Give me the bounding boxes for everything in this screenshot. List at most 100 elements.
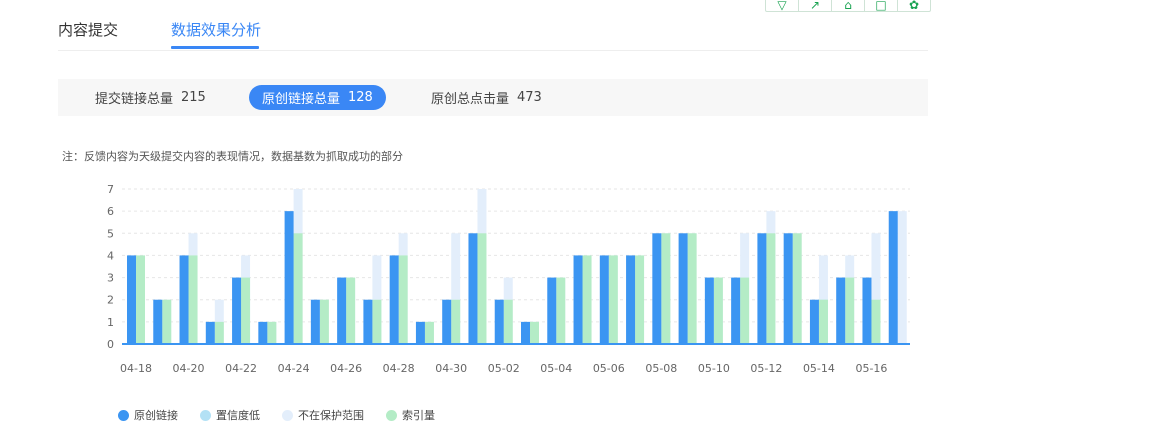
bar-original-links bbox=[442, 299, 452, 344]
bar-original-links bbox=[232, 277, 242, 344]
stat-original-clicks[interactable]: 原创总点击量 473 bbox=[431, 79, 542, 116]
bar-index-count bbox=[424, 321, 434, 344]
x-tick-label: 05-06 bbox=[593, 362, 625, 375]
legend-item-index-count[interactable]: 索引量 bbox=[386, 407, 435, 423]
bar-original-links bbox=[521, 321, 530, 344]
stat-submitted-links[interactable]: 提交链接总量 215 bbox=[95, 79, 206, 116]
x-tick-label: 05-16 bbox=[855, 362, 887, 375]
stat-value: 128 bbox=[348, 90, 373, 105]
bar-original-links bbox=[284, 211, 294, 344]
legend-swatch bbox=[282, 409, 293, 421]
bar-index-count bbox=[477, 233, 487, 344]
bar-index-count bbox=[267, 321, 277, 344]
stat-original-links[interactable]: 原创链接总量 128 bbox=[249, 85, 386, 110]
bar-original-links bbox=[205, 321, 215, 344]
x-tick-label: 05-12 bbox=[750, 362, 782, 375]
bar-index-count bbox=[556, 277, 566, 344]
bar-index-count bbox=[845, 277, 855, 344]
legend-item-out-of-scope[interactable]: 不在保护范围 bbox=[282, 407, 364, 423]
bar-index-count bbox=[871, 299, 881, 344]
stat-label: 原创链接总量 bbox=[262, 92, 341, 107]
bar-index-count bbox=[293, 233, 303, 344]
x-tick-label: 05-10 bbox=[698, 362, 730, 375]
legend-swatch bbox=[386, 409, 397, 421]
legend-item-original-links[interactable]: 原创链接 bbox=[118, 407, 178, 423]
tab-bar: 内容提交 数据效果分析 bbox=[58, 0, 928, 51]
y-tick-label: 7 bbox=[107, 183, 114, 196]
bar-original-links bbox=[310, 299, 320, 344]
stat-label: 提交链接总量 bbox=[95, 92, 174, 107]
tab-content-submit[interactable]: 内容提交 bbox=[58, 19, 118, 40]
bar-index-count bbox=[582, 255, 592, 344]
bar-original-links bbox=[337, 277, 347, 344]
x-tick-label: 04-26 bbox=[330, 362, 362, 375]
bar-original-links bbox=[547, 277, 557, 344]
bar-original-links bbox=[836, 277, 846, 344]
bar-original-links bbox=[468, 233, 478, 344]
bar-index-count bbox=[241, 277, 251, 344]
x-tick-label: 04-20 bbox=[173, 362, 205, 375]
stat-value: 473 bbox=[517, 90, 542, 105]
bar-original-links bbox=[179, 255, 189, 344]
bar-index-count bbox=[608, 255, 618, 344]
bar-original-links bbox=[573, 255, 583, 344]
bar-index-count bbox=[136, 255, 145, 344]
y-tick-label: 3 bbox=[107, 272, 114, 285]
stats-bar: 提交链接总量 215 原创链接总量 128 原创总点击量 473 bbox=[58, 79, 928, 116]
bar-original-links bbox=[888, 211, 898, 344]
bar-original-links bbox=[757, 233, 767, 344]
bar-original-links bbox=[494, 299, 504, 344]
bar-index-count bbox=[372, 299, 382, 344]
bar-index-count bbox=[713, 277, 723, 344]
bar-index-count bbox=[214, 321, 224, 344]
bar-original-links bbox=[389, 255, 399, 344]
legend-swatch bbox=[118, 409, 129, 421]
legend-swatch bbox=[200, 409, 211, 421]
y-tick-label: 6 bbox=[107, 205, 114, 218]
bar-original-links bbox=[809, 299, 819, 344]
x-tick-label: 04-28 bbox=[383, 362, 415, 375]
legend-label: 索引量 bbox=[402, 409, 435, 422]
chart-legend: 原创链接 置信度低 不在保护范围 索引量 bbox=[118, 407, 457, 423]
bar-chart: 0 1 2 3 4 5 6 7 04-18 04-20 04-22 04-24 04-26 04-28 04… bbox=[107, 183, 910, 375]
bar-original-links bbox=[704, 277, 714, 344]
legend-label: 原创链接 bbox=[134, 409, 178, 422]
legend-label: 置信度低 bbox=[216, 409, 260, 422]
bar-index-count bbox=[346, 277, 356, 344]
bar-index-count bbox=[818, 299, 828, 344]
y-tick-label: 1 bbox=[107, 316, 114, 329]
bar-index-count bbox=[740, 277, 750, 344]
bar-index-count bbox=[398, 255, 408, 344]
bar-index-count bbox=[162, 299, 172, 344]
legend-label: 不在保护范围 bbox=[298, 409, 364, 422]
bar-original-links bbox=[599, 255, 609, 344]
y-tick-label: 2 bbox=[107, 294, 114, 307]
bar-out-of-scope bbox=[897, 211, 907, 344]
bar-original-links bbox=[862, 277, 872, 344]
bar-original-links bbox=[678, 233, 688, 344]
y-tick-label: 5 bbox=[107, 227, 114, 240]
bar-index-count bbox=[188, 255, 198, 344]
bar-index-count bbox=[687, 233, 697, 344]
x-tick-label: 05-02 bbox=[488, 362, 520, 375]
tab-data-analysis[interactable]: 数据效果分析 bbox=[171, 19, 261, 40]
x-tick-label: 04-22 bbox=[225, 362, 257, 375]
legend-item-low-confidence[interactable]: 置信度低 bbox=[200, 407, 260, 423]
x-tick-label: 04-18 bbox=[120, 362, 152, 375]
bar-original-links bbox=[153, 299, 163, 344]
bar-index-count bbox=[530, 321, 539, 344]
bar-original-links bbox=[127, 255, 136, 344]
x-tick-label: 05-14 bbox=[803, 362, 835, 375]
bar-index-count bbox=[661, 233, 671, 344]
bar-index-count bbox=[503, 299, 513, 344]
bar-original-links bbox=[731, 277, 741, 344]
active-tab-indicator bbox=[171, 46, 259, 49]
x-tick-label: 05-08 bbox=[645, 362, 677, 375]
bar-original-links bbox=[258, 321, 268, 344]
bar-index-count bbox=[319, 299, 329, 344]
stat-value: 215 bbox=[181, 90, 206, 105]
x-tick-label: 04-24 bbox=[278, 362, 310, 375]
stat-label: 原创总点击量 bbox=[431, 92, 510, 107]
bar-original-links bbox=[363, 299, 373, 344]
bar-original-links bbox=[415, 321, 425, 344]
